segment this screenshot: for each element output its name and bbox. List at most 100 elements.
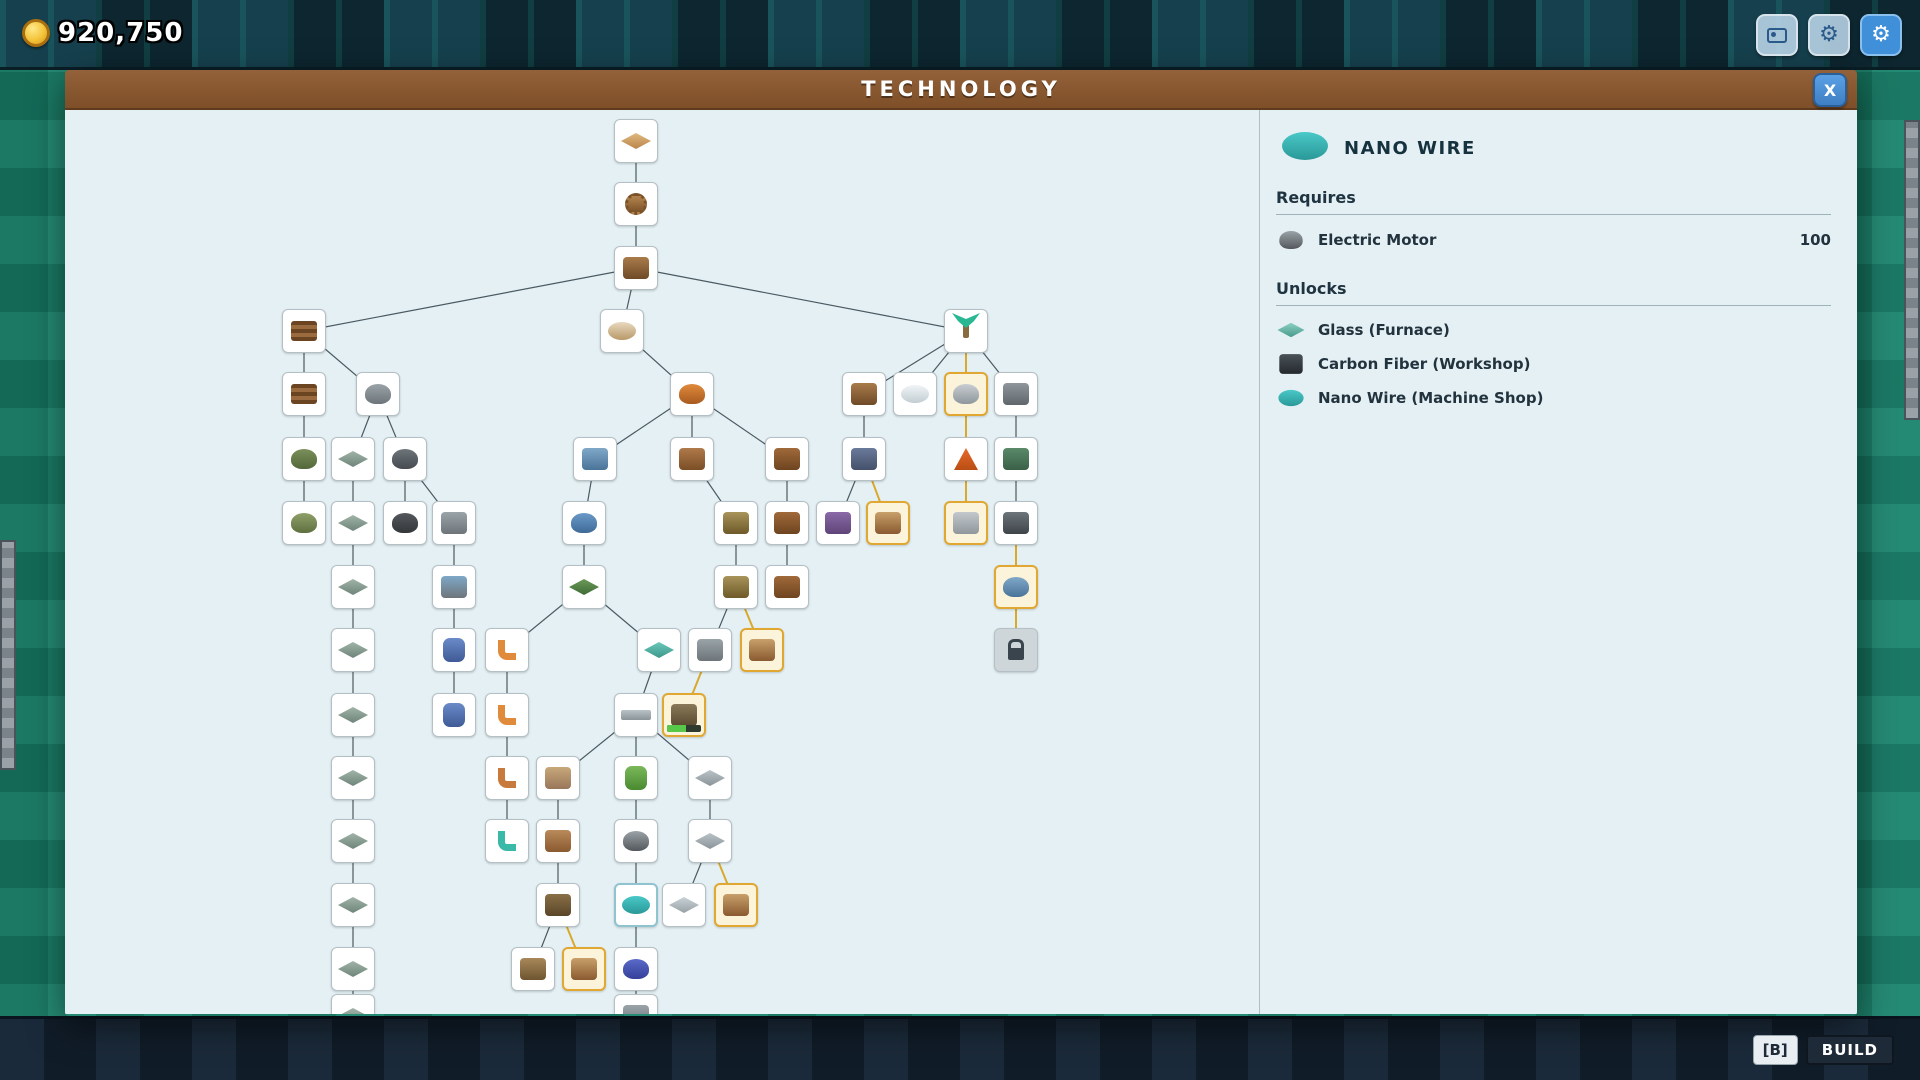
tech-node-blue-ore[interactable] xyxy=(562,501,606,545)
build-button[interactable]: [B] BUILD xyxy=(1753,1035,1894,1065)
camera-icon xyxy=(1767,28,1787,43)
tech-node-furnace-2[interactable] xyxy=(765,501,809,545)
tech-node-traffic-cone[interactable] xyxy=(944,437,988,481)
tech-node-plate-6[interactable] xyxy=(331,756,375,800)
plate-3-icon xyxy=(338,579,368,595)
tech-node-plate-8[interactable] xyxy=(331,819,375,863)
pump-icon xyxy=(623,959,649,979)
tech-node-robot-arm-2[interactable] xyxy=(485,693,529,737)
coin-icon xyxy=(22,19,50,47)
close-icon: X xyxy=(1824,81,1836,100)
tech-node-logs-2[interactable] xyxy=(282,372,326,416)
robot-3-icon xyxy=(723,894,749,916)
tech-node-plate-12[interactable] xyxy=(331,947,375,991)
logs-2-icon xyxy=(291,384,317,404)
tech-node-snowman[interactable] xyxy=(893,372,937,416)
tech-node-pump[interactable] xyxy=(614,947,658,991)
tech-node-plate-10[interactable] xyxy=(331,883,375,927)
workshop-icon xyxy=(851,383,877,405)
tech-node-teal-plates[interactable] xyxy=(637,628,681,672)
tech-node-parts-2[interactable] xyxy=(536,819,580,863)
tech-node-plate[interactable] xyxy=(331,437,375,481)
tech-node-wood-plank[interactable] xyxy=(614,119,658,163)
tech-node-wood-gear[interactable] xyxy=(614,182,658,226)
tech-node-gearbox[interactable] xyxy=(536,883,580,927)
tech-node-grey-machine[interactable] xyxy=(688,628,732,672)
tech-node-factory[interactable] xyxy=(670,437,714,481)
tech-node-deep-node[interactable] xyxy=(614,994,658,1014)
tech-node-hut-3[interactable] xyxy=(383,501,427,545)
tech-node-robot-2[interactable] xyxy=(740,628,784,672)
settings-button[interactable]: ⚙ xyxy=(1808,14,1850,56)
parts-2-icon xyxy=(545,830,571,852)
tech-node-plate-2[interactable] xyxy=(331,501,375,545)
tech-node-copper-ore[interactable] xyxy=(670,372,714,416)
plate-12-icon xyxy=(338,961,368,977)
tech-node-workshop-2[interactable] xyxy=(842,437,886,481)
tech-node-green-machine[interactable] xyxy=(994,437,1038,481)
tech-node-wire-spool[interactable] xyxy=(600,309,644,353)
tech-node-robot-head[interactable] xyxy=(994,565,1038,609)
tech-node-plate-7[interactable] xyxy=(688,756,732,800)
tech-node-robot-4[interactable] xyxy=(562,947,606,991)
tech-node-research-machine[interactable] xyxy=(662,693,706,737)
tech-node-plate-4[interactable] xyxy=(331,628,375,672)
plate-7-icon xyxy=(695,770,725,786)
tech-node-storage-hut[interactable] xyxy=(356,372,400,416)
selected-tech-header: NANO WIRE xyxy=(1276,132,1831,164)
tech-node-belt-parts[interactable] xyxy=(714,501,758,545)
tech-detail-panel: NANO WIRE Requires Electric Motor100 Unl… xyxy=(1259,110,1857,1014)
tech-node-anvil[interactable] xyxy=(994,501,1038,545)
tech-node-locked-tech[interactable] xyxy=(994,628,1038,672)
tech-node-plate-3[interactable] xyxy=(331,565,375,609)
tech-node-crucible[interactable] xyxy=(432,501,476,545)
requires-section: Requires Electric Motor100 xyxy=(1276,188,1831,257)
tech-node-blue-barrel-2[interactable] xyxy=(432,693,476,737)
palm-tree-icon xyxy=(963,324,969,338)
tech-node-robot-arm-3[interactable] xyxy=(485,756,529,800)
tech-node-green-barrel[interactable] xyxy=(614,756,658,800)
tech-node-furnace[interactable] xyxy=(765,437,809,481)
coin-counter: 920,750 xyxy=(22,18,183,48)
tech-node-steel-beam[interactable] xyxy=(614,693,658,737)
tech-node-blue-crate[interactable] xyxy=(573,437,617,481)
tech-node-green-plate[interactable] xyxy=(562,565,606,609)
tech-node-robot-1[interactable] xyxy=(866,501,910,545)
item-label: Electric Motor xyxy=(1318,231,1436,249)
tech-node-robot-arm[interactable] xyxy=(485,628,529,672)
tech-node-parts[interactable] xyxy=(536,756,580,800)
tech-node-workbench[interactable] xyxy=(614,246,658,290)
tech-tree[interactable] xyxy=(65,110,1259,1014)
tech-node-plate-13[interactable] xyxy=(331,994,375,1014)
tech-node-boulder[interactable] xyxy=(944,372,988,416)
tech-node-teal-arm[interactable] xyxy=(485,819,529,863)
tech-node-concrete-block[interactable] xyxy=(944,501,988,545)
machine-2-icon xyxy=(520,958,546,980)
tech-node-mossy-stone[interactable] xyxy=(282,501,326,545)
tech-node-hut-2[interactable] xyxy=(383,437,427,481)
tech-node-plate-11[interactable] xyxy=(662,883,706,927)
tech-node-purple-machine[interactable] xyxy=(816,501,860,545)
tech-node-crucible-blue[interactable] xyxy=(432,565,476,609)
tech-node-workshop[interactable] xyxy=(842,372,886,416)
tech-node-robot-3[interactable] xyxy=(714,883,758,927)
tech-node-logs[interactable] xyxy=(282,309,326,353)
close-button[interactable]: X xyxy=(1813,73,1847,107)
item-label: Glass (Furnace) xyxy=(1318,321,1450,339)
tech-node-fiber-sack[interactable] xyxy=(282,437,326,481)
tech-node-furnace-3[interactable] xyxy=(765,565,809,609)
tech-node-nano-wire[interactable] xyxy=(614,883,658,927)
tech-node-blue-barrel[interactable] xyxy=(432,628,476,672)
tech-node-plate-5[interactable] xyxy=(331,693,375,737)
tech-node-electric-motor[interactable] xyxy=(614,819,658,863)
plate-2-icon xyxy=(338,515,368,531)
technology-button[interactable]: ⚙ xyxy=(1860,14,1902,56)
boulder-icon xyxy=(953,384,979,404)
tech-node-statue[interactable] xyxy=(994,372,1038,416)
tech-node-assembler[interactable] xyxy=(714,565,758,609)
photo-mode-button[interactable] xyxy=(1756,14,1798,56)
fiber-sack-icon xyxy=(291,449,317,469)
tech-node-machine-2[interactable] xyxy=(511,947,555,991)
tech-node-palm-tree[interactable] xyxy=(944,309,988,353)
tech-node-plate-9[interactable] xyxy=(688,819,732,863)
